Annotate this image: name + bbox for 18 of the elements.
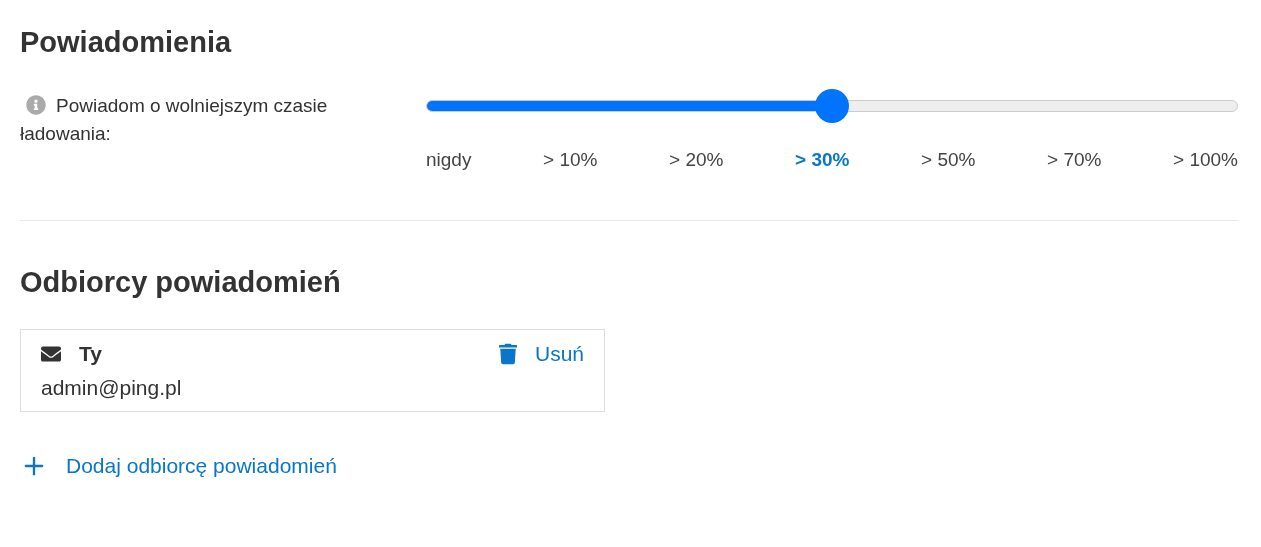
- recipient-name: Ty: [79, 341, 102, 367]
- trash-icon[interactable]: [498, 342, 517, 365]
- slider-option[interactable]: > 30%: [795, 146, 850, 175]
- info-icon: [26, 95, 46, 116]
- slider-thumb[interactable]: [815, 89, 849, 124]
- recipient-email: admin@ping.pl: [41, 374, 183, 401]
- section-title: Powiadomienia: [20, 25, 233, 60]
- slider-option[interactable]: > 10%: [543, 146, 598, 175]
- section-title: Odbiorcy powiadomień: [20, 264, 342, 300]
- slider-option[interactable]: nigdy: [426, 146, 472, 175]
- slider-option[interactable]: > 20%: [669, 146, 724, 175]
- add-recipient-link[interactable]: Dodaj odbiorcę powiadomień: [66, 450, 337, 482]
- slider-option[interactable]: > 50%: [921, 146, 976, 175]
- slider-option[interactable]: > 70%: [1047, 146, 1102, 175]
- setting-label: Powiadom o wolniejszym czasie ładowania:: [20, 94, 329, 147]
- slider-track[interactable]: [426, 100, 1238, 113]
- slider-option[interactable]: > 100%: [1173, 146, 1238, 175]
- remove-link[interactable]: Usuń: [534, 338, 584, 370]
